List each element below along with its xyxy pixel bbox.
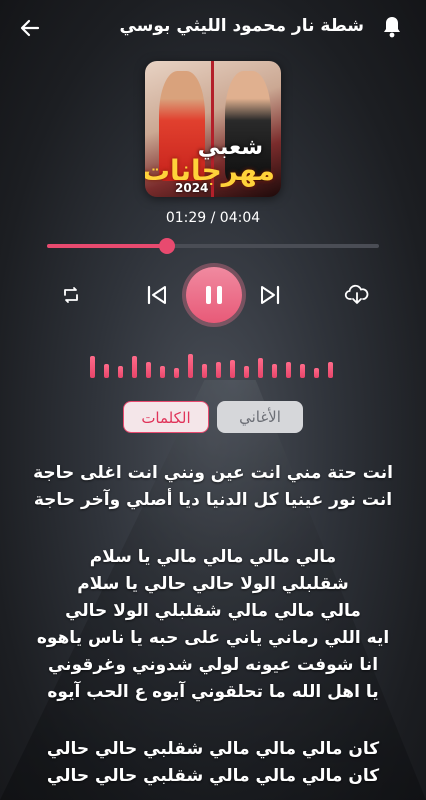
progress-bar[interactable] [47,238,379,254]
repeat-icon [64,287,78,303]
lyrics-gap [0,514,426,544]
download-icon [344,284,369,304]
equalizer-bar-reflection [88,299,340,305]
back-button[interactable] [18,16,42,40]
equalizer-bar-reflection [88,387,340,396]
lyric-line: يا اهل الله ما تحلقوني آيوه ع الحب آيوه [47,682,379,702]
cover-main-text: مهرجانات [145,154,275,187]
arrow-left-icon [20,19,40,37]
equalizer-bar-reflection [88,357,340,362]
equalizer-bar-reflection [88,294,340,300]
bell-icon [384,17,400,38]
equalizer-reflection [88,380,340,396]
progress-thumb[interactable] [158,238,175,254]
equalizer-bar-reflection [88,338,340,344]
equalizer-bar-reflection [88,290,340,294]
time-display: 01:29 / 04:04 [165,210,261,226]
equalizer-bar-reflection [88,306,340,312]
equalizer-bar-reflection [88,353,340,357]
lyrics-panel: انت حتة مني انت عين ونني انت اغلى حاجة ان… [0,460,426,790]
lyric-line: شقلبلي الولا حالي حالي يا سلام [77,574,349,594]
progress-fill [47,244,167,248]
lyric-line: انا شوفت عيونه لولي شدوني وغرقوني [47,655,379,675]
song-title: شطة نار محمود الليثي بوسي [119,16,364,36]
equalizer-bar-reflection [88,331,340,337]
header: شطة نار محمود الليثي بوسي [0,0,426,56]
equalizer-bar-reflection [88,382,340,388]
album-cover: شعبي مهرجانات 2024 [145,61,281,197]
lyric-line: كان مالي مالي مالي شقلبي حالي حالي [46,766,380,786]
equalizer-bar-reflection [88,362,340,368]
equalizer-bar-reflection [88,368,340,377]
repeat-button[interactable] [60,284,82,306]
cover-year: 2024 [175,181,209,195]
lyric-line: انت نور عينيا كل الدنيا ديا أصلي وآخر حا… [33,490,393,510]
lyric-line: كان مالي مالي مالي شقلبي حالي حالي [46,739,380,759]
download-button[interactable] [344,283,370,307]
equalizer-bar-reflection [88,324,340,331]
notification-button[interactable] [380,14,404,40]
equalizer-bar-reflection [88,343,340,353]
equalizer-bar-reflection [88,311,340,319]
lyric-line: مالي مالي مالي شقلبلي الولا حالي [65,601,361,621]
lyric-line: انت حتة مني انت عين ونني انت اغلى حاجة [33,463,393,483]
equalizer-bar-reflection [88,283,340,289]
lyrics-gap [0,706,426,736]
lyric-line: مالي مالي مالي مالي يا سلام [89,547,337,567]
lyric-line: ايه اللي رماني ياني على حبه يا ناس ياهوه [36,628,390,648]
equalizer-bar-reflection [88,319,340,324]
tab-songs[interactable]: الأغاني [217,401,303,433]
tab-lyrics[interactable]: الكلمات [123,401,209,433]
equalizer-bar-reflection [88,377,340,382]
